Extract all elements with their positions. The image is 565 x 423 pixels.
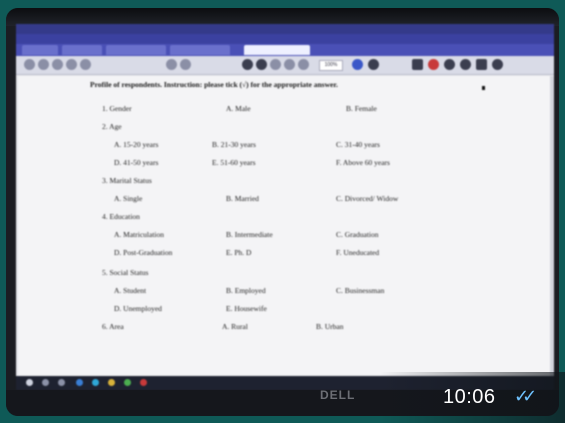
select-cursor-icon[interactable] xyxy=(242,59,253,70)
option-age-41-50[interactable]: D. 41-50 years xyxy=(114,158,158,167)
option-graduation[interactable]: C. Graduation xyxy=(336,230,379,239)
question-area: 6. Area xyxy=(102,322,124,331)
fit-page-icon[interactable] xyxy=(298,59,309,70)
tab-home[interactable] xyxy=(22,45,58,55)
tab-document-1[interactable] xyxy=(106,45,166,55)
option-intermediate[interactable]: B. Intermediate xyxy=(226,230,273,239)
vertical-scrollbar[interactable] xyxy=(550,76,554,376)
option-urban[interactable]: B. Urban xyxy=(316,322,344,331)
laptop-frame: 100% Profile of respondents. Instruction… xyxy=(6,8,559,416)
option-unemployed[interactable]: D. Unemployed xyxy=(114,304,162,313)
question-social-status: 5. Social Status xyxy=(102,268,149,277)
highlight-icon[interactable] xyxy=(368,59,379,70)
message-timestamp: 10:06 xyxy=(443,386,496,408)
home-icon[interactable] xyxy=(24,59,35,70)
email-icon[interactable] xyxy=(66,59,77,70)
mouse-cursor xyxy=(482,86,485,90)
window-title-bar xyxy=(16,24,554,34)
task-view-icon[interactable] xyxy=(58,379,65,386)
option-student[interactable]: A. Student xyxy=(114,286,146,295)
page-down-icon[interactable] xyxy=(180,59,191,70)
zoom-in-icon[interactable] xyxy=(284,59,295,70)
pdf-reader-icon[interactable] xyxy=(140,379,147,386)
option-age-above-60[interactable]: F. Above 60 years xyxy=(336,158,390,167)
sticky-note-icon[interactable] xyxy=(412,59,423,70)
tab-document-2[interactable] xyxy=(170,45,230,55)
explorer-icon[interactable] xyxy=(92,379,99,386)
link-icon[interactable] xyxy=(492,59,503,70)
option-age-15-20[interactable]: A. 15-20 years xyxy=(114,140,158,149)
tab-bar xyxy=(16,44,554,56)
option-matriculation[interactable]: A. Matriculation xyxy=(114,230,164,239)
document-heading: Profile of respondents. Instruction: ple… xyxy=(90,80,338,89)
folder-icon[interactable] xyxy=(108,379,115,386)
question-gender: 1. Gender xyxy=(102,104,132,113)
zoom-out-icon[interactable] xyxy=(270,59,281,70)
taskbar-search-icon[interactable] xyxy=(42,379,49,386)
document-page xyxy=(18,76,552,376)
option-single[interactable]: A. Single xyxy=(114,194,142,203)
edge-browser-icon[interactable] xyxy=(76,379,83,386)
option-divorced-widow[interactable]: C. Divorced/ Widow xyxy=(336,194,398,203)
laptop-brand-logo: DELL xyxy=(320,388,356,402)
chrome-icon[interactable] xyxy=(124,379,131,386)
search-icon[interactable] xyxy=(80,59,91,70)
menu-bar xyxy=(16,34,554,44)
zoom-level-field[interactable]: 100% xyxy=(319,60,343,71)
laptop-screen: 100% Profile of respondents. Instruction… xyxy=(16,24,554,390)
question-education: 4. Education xyxy=(102,212,140,221)
option-post-graduation[interactable]: D. Post-Graduation xyxy=(114,248,172,257)
undo-icon[interactable] xyxy=(460,59,471,70)
option-rural[interactable]: A. Rural xyxy=(222,322,248,331)
question-marital-status: 3. Marital Status xyxy=(102,176,152,185)
toolbar: 100% xyxy=(16,56,554,75)
hand-tool-icon[interactable] xyxy=(256,59,267,70)
option-housewife[interactable]: E. Housewife xyxy=(226,304,267,313)
page-up-icon[interactable] xyxy=(166,59,177,70)
print-icon[interactable] xyxy=(52,59,63,70)
tab-active-document[interactable] xyxy=(244,45,310,55)
option-phd[interactable]: E. Ph. D xyxy=(226,248,251,257)
option-employed[interactable]: B. Employed xyxy=(226,286,266,295)
draw-pen-icon[interactable] xyxy=(428,59,439,70)
read-receipt-icon: ✓✓ xyxy=(514,386,537,407)
save-icon[interactable] xyxy=(38,59,49,70)
option-businessman[interactable]: C. Businessman xyxy=(336,286,384,295)
option-age-21-30[interactable]: B. 21-30 years xyxy=(212,140,256,149)
option-age-31-40[interactable]: C. 31-40 years xyxy=(336,140,380,149)
option-male[interactable]: A. Male xyxy=(226,104,251,113)
option-female[interactable]: B. Female xyxy=(346,104,377,113)
option-age-51-60[interactable]: E. 51-60 years xyxy=(212,158,256,167)
option-uneducated[interactable]: F. Uneducated xyxy=(336,248,379,257)
text-tool-icon[interactable] xyxy=(444,59,455,70)
option-married[interactable]: B. Married xyxy=(226,194,259,203)
start-icon[interactable] xyxy=(26,379,33,386)
question-age: 2. Age xyxy=(102,122,122,131)
delete-icon[interactable] xyxy=(476,59,487,70)
tab-tools[interactable] xyxy=(62,45,102,55)
comment-icon[interactable] xyxy=(352,59,363,70)
